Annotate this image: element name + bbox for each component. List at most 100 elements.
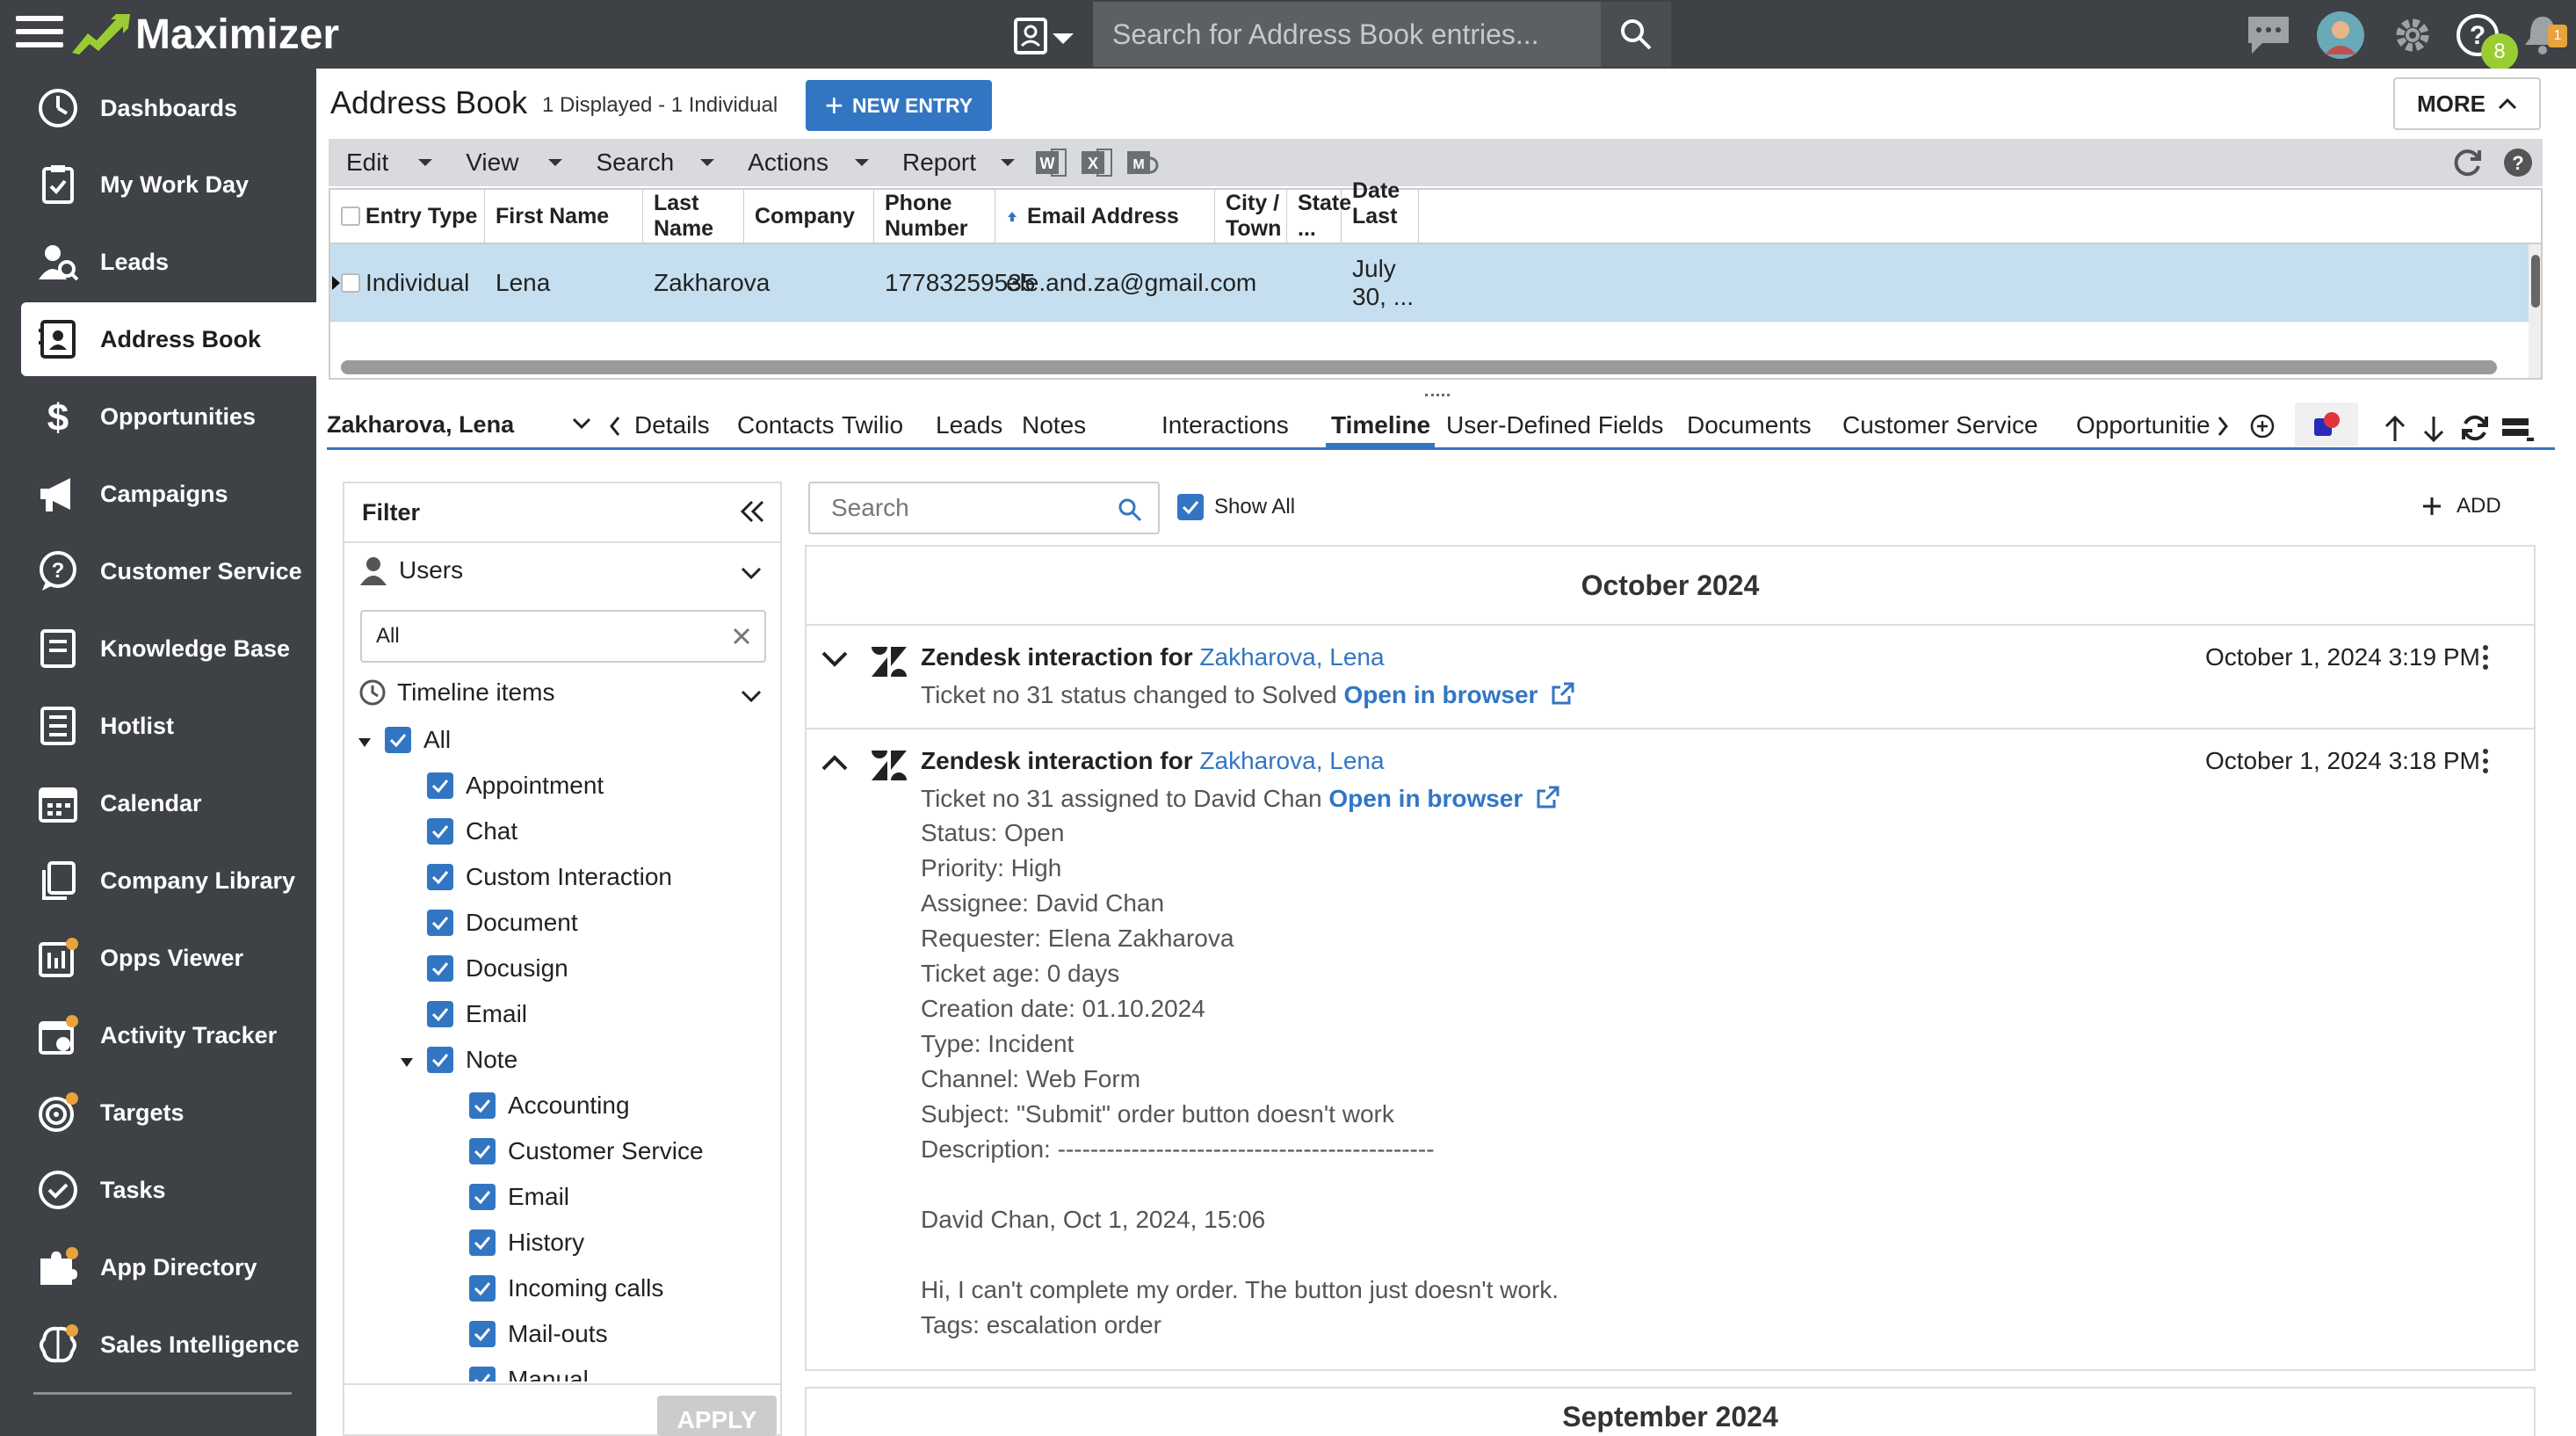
menu-actions[interactable]: Actions — [748, 149, 869, 177]
more-options-icon[interactable] — [2483, 645, 2490, 674]
filter-item-custom-interaction[interactable]: Custom Interaction — [427, 863, 672, 891]
users-section[interactable]: Users — [358, 555, 463, 585]
column-header-last-name[interactable]: Last Name — [643, 190, 744, 243]
tab-user-defined-fields[interactable]: User-Defined Fields — [1446, 411, 1663, 439]
contact-selector[interactable]: Zakharova, Lena — [327, 411, 514, 439]
sidebar-item-campaigns[interactable]: Campaigns — [0, 457, 316, 531]
tab-opportunities[interactable]: Opportunitie — [2076, 411, 2211, 439]
filter-item-note-email[interactable]: Email — [469, 1183, 569, 1211]
sidebar-item-dashboards[interactable]: Dashboards — [0, 71, 316, 145]
chat-icon[interactable] — [2242, 9, 2295, 62]
external-link-icon[interactable] — [1550, 680, 1576, 707]
filter-item-mail-outs[interactable]: Mail-outs — [469, 1320, 608, 1348]
column-header-city[interactable]: City / Town — [1215, 190, 1287, 243]
filter-item-document[interactable]: Document — [427, 909, 578, 937]
external-link-icon[interactable] — [1535, 784, 1561, 810]
column-header-phone[interactable]: Phone Number — [874, 190, 995, 243]
column-header-state[interactable]: State ... — [1287, 190, 1351, 243]
filter-item-customer-service[interactable]: Customer Service — [469, 1137, 704, 1165]
help-icon[interactable]: ? — [2502, 147, 2534, 178]
chevron-down-icon[interactable] — [740, 566, 763, 580]
filter-item-appointment[interactable]: Appointment — [427, 772, 604, 800]
layout-options-icon[interactable] — [2500, 415, 2536, 443]
sidebar-item-address-book[interactable]: Address Book — [21, 302, 316, 376]
new-entry-button[interactable]: + NEW ENTRY — [806, 80, 992, 131]
column-header-date-last[interactable]: Date Last ... — [1342, 178, 1419, 254]
tab-notes[interactable]: Notes — [1022, 411, 1086, 439]
tab-details[interactable]: Details — [634, 411, 710, 439]
hamburger-menu-icon[interactable] — [16, 16, 63, 53]
global-search-input[interactable]: Search for Address Book entries... — [1093, 2, 1601, 67]
sidebar-item-tasks[interactable]: Tasks — [0, 1153, 316, 1227]
sidebar-item-leads[interactable]: Leads — [0, 225, 316, 299]
more-options-icon[interactable] — [2483, 749, 2490, 778]
filter-item-all[interactable]: All — [385, 726, 451, 754]
tree-collapse-icon[interactable] — [358, 738, 371, 747]
timeline-items-section[interactable]: Timeline items — [358, 678, 554, 707]
arrow-up-icon[interactable] — [2383, 415, 2407, 443]
open-in-browser-link[interactable]: Open in browser — [1343, 681, 1538, 708]
sidebar-item-hotlist[interactable]: Hotlist — [0, 689, 316, 763]
user-avatar[interactable] — [2314, 9, 2367, 62]
table-row[interactable]: Individual Lena Zakharova 17783259535 el… — [330, 244, 2529, 322]
tab-customer-service[interactable]: Customer Service — [1842, 411, 2038, 439]
sidebar-item-app-directory[interactable]: App Directory — [0, 1230, 316, 1304]
chevron-down-icon[interactable] — [571, 417, 592, 431]
filter-item-chat[interactable]: Chat — [427, 817, 517, 845]
users-filter-input[interactable]: All — [360, 610, 766, 663]
sidebar-item-sales-intelligence[interactable]: Sales Intelligence — [0, 1308, 316, 1382]
splitter-handle[interactable] — [1425, 394, 1450, 397]
chevron-down-icon[interactable] — [821, 650, 849, 668]
settings-gear-icon[interactable] — [2386, 9, 2439, 62]
clear-icon[interactable] — [731, 626, 752, 647]
column-header-company[interactable]: Company — [744, 190, 874, 243]
add-tab-icon[interactable] — [2249, 413, 2276, 439]
filter-item-note[interactable]: Note — [427, 1046, 517, 1074]
horizontal-scrollbar[interactable] — [341, 360, 2497, 374]
search-icon[interactable] — [1118, 497, 1142, 522]
apply-button[interactable]: APPLY — [657, 1396, 777, 1436]
refresh-icon[interactable] — [2451, 147, 2483, 178]
column-header-first-name[interactable]: First Name — [485, 190, 643, 243]
sidebar-item-customer-service[interactable]: ? Customer Service — [0, 534, 316, 608]
sidebar-item-knowledge-base[interactable]: Knowledge Base — [0, 612, 316, 685]
chevron-down-icon[interactable] — [740, 689, 763, 703]
sidebar-item-opportunities[interactable]: $ Opportunities — [0, 380, 316, 453]
sidebar-item-company-library[interactable]: Company Library — [0, 844, 316, 917]
row-expand-icon[interactable] — [330, 244, 341, 322]
tab-twilio[interactable]: Twilio — [842, 411, 903, 439]
bell-icon[interactable]: 1 — [2516, 9, 2569, 62]
menu-view[interactable]: View — [466, 149, 563, 177]
filter-item-accounting[interactable]: Accounting — [469, 1092, 630, 1120]
timeline-search-input[interactable]: Search — [808, 482, 1160, 534]
word-export-icon[interactable]: W — [1034, 148, 1067, 178]
entry-contact-link[interactable]: Zakharova, Lena — [1199, 747, 1384, 774]
column-header-entry-type[interactable]: Entry Type — [355, 190, 485, 243]
tab-interactions[interactable]: Interactions — [1161, 411, 1289, 439]
add-button[interactable]: ADD — [2421, 494, 2501, 519]
search-scope-dropdown[interactable] — [1012, 16, 1082, 56]
sidebar-item-targets[interactable]: Targets — [0, 1076, 316, 1150]
filter-item-docusign[interactable]: Docusign — [427, 954, 568, 983]
tabs-scroll-left-icon[interactable] — [608, 415, 622, 438]
integration-app-button[interactable] — [2295, 403, 2358, 446]
arrow-down-icon[interactable] — [2421, 415, 2446, 443]
filter-item-incoming-calls[interactable]: Incoming calls — [469, 1274, 663, 1302]
open-in-browser-link[interactable]: Open in browser — [1328, 785, 1523, 812]
filter-item-manual[interactable]: Manual — [469, 1366, 589, 1382]
filter-item-history[interactable]: History — [469, 1229, 584, 1257]
filter-item-email[interactable]: Email — [427, 1000, 527, 1028]
tree-collapse-icon[interactable] — [401, 1058, 413, 1067]
mail-merge-icon[interactable]: M — [1125, 148, 1159, 178]
refresh-icon[interactable] — [2460, 413, 2490, 443]
tabs-scroll-right-icon[interactable] — [2216, 415, 2230, 438]
menu-report[interactable]: Report — [902, 149, 1016, 177]
search-button[interactable] — [1601, 2, 1671, 67]
entry-contact-link[interactable]: Zakharova, Lena — [1199, 643, 1384, 671]
sidebar-item-activity-tracker[interactable]: Activity Tracker — [0, 998, 316, 1072]
sidebar-item-my-work-day[interactable]: My Work Day — [0, 148, 316, 221]
notification-badge[interactable]: 8 — [2481, 33, 2518, 70]
vertical-scrollbar-thumb[interactable] — [2531, 255, 2540, 308]
show-all-checkbox[interactable]: Show All — [1177, 494, 1295, 520]
column-header-email[interactable]: Email Address — [995, 190, 1215, 243]
